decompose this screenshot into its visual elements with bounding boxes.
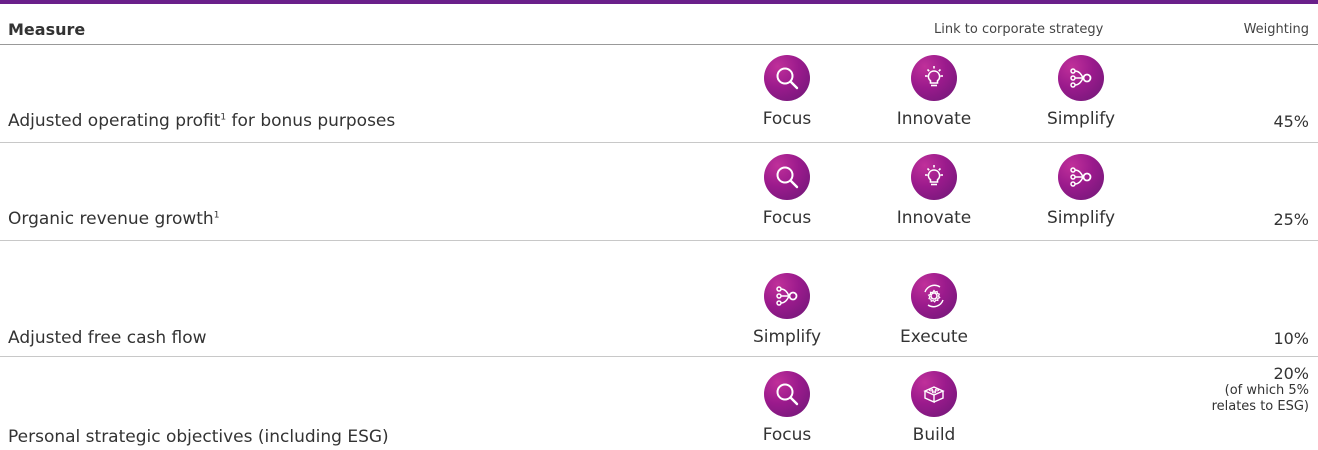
- merge-arrows-icon: [764, 273, 810, 319]
- merge-arrows-icon: [1058, 55, 1104, 101]
- strategy-label: Focus: [762, 425, 812, 445]
- strategy-link-focus: Focus: [737, 55, 837, 129]
- strategy-label: Execute: [900, 327, 968, 347]
- table-row: Personal strategic objectives (including…: [0, 357, 1318, 450]
- weighting-column-header: Weighting: [1243, 22, 1309, 37]
- strategy-link-innovate: Innovate: [884, 154, 984, 228]
- table-row: Adjusted operating profit1 for bonus pur…: [0, 45, 1318, 142]
- strategy-link-innovate: Innovate: [884, 55, 984, 129]
- search-icon: [764, 371, 810, 417]
- strategy-link-focus: Focus: [737, 371, 837, 445]
- strategy-link-execute: Execute: [884, 273, 984, 347]
- strategy-label: Build: [912, 425, 956, 445]
- table-header: Measure Link to corporate strategy Weigh…: [0, 4, 1318, 44]
- measure-column-header: Measure: [8, 20, 86, 39]
- strategy-link-simplify: Simplify: [737, 273, 837, 347]
- building-block-icon: [911, 371, 957, 417]
- strategy-label: Focus: [762, 208, 812, 228]
- strategy-label: Focus: [762, 109, 812, 129]
- measure-label: Adjusted operating profit1 for bonus pur…: [8, 111, 396, 131]
- strategy-label: Innovate: [896, 208, 972, 228]
- weighting-value: 45%: [1273, 112, 1309, 131]
- strategy-label: Simplify: [1046, 109, 1116, 129]
- search-icon: [764, 55, 810, 101]
- table-row: Organic revenue growth1 Focus Innovate S…: [0, 143, 1318, 240]
- search-icon: [764, 154, 810, 200]
- weighting-value: 20% (of which 5% relates to ESG): [1211, 364, 1309, 415]
- measure-label: Organic revenue growth1: [8, 209, 220, 229]
- merge-arrows-icon: [1058, 154, 1104, 200]
- gear-cycle-icon: [911, 273, 957, 319]
- strategy-label: Simplify: [752, 327, 822, 347]
- table-row: Adjusted free cash flow Simplify Execute…: [0, 241, 1318, 356]
- lightbulb-icon: [911, 154, 957, 200]
- strategy-link-focus: Focus: [737, 154, 837, 228]
- strategy-link-simplify: Simplify: [1031, 55, 1131, 129]
- measure-label: Adjusted free cash flow: [8, 328, 207, 348]
- measure-label: Personal strategic objectives (including…: [8, 427, 389, 447]
- weighting-value: 10%: [1273, 329, 1309, 348]
- strategy-link-simplify: Simplify: [1031, 154, 1131, 228]
- weighting-value: 25%: [1273, 210, 1309, 229]
- strategy-label: Simplify: [1046, 208, 1116, 228]
- strategy-link-build: Build: [884, 371, 984, 445]
- link-column-header: Link to corporate strategy: [934, 22, 1104, 37]
- lightbulb-icon: [911, 55, 957, 101]
- strategy-label: Innovate: [896, 109, 972, 129]
